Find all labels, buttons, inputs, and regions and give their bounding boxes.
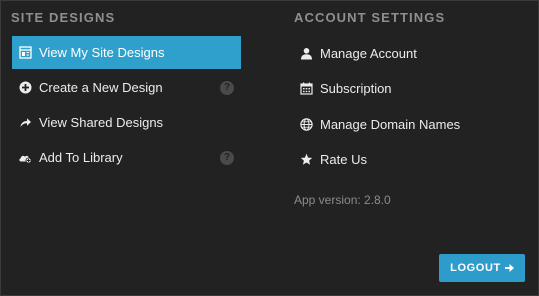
view-my-site-designs-item[interactable]: View My Site Designs: [12, 36, 241, 69]
add-to-library-label: Add To Library: [39, 150, 123, 165]
account-settings-heading: ACCOUNT SETTINGS: [294, 10, 446, 25]
subscription-label: Subscription: [320, 81, 392, 96]
menu-panel: SITE DESIGNS View My Site Designs Create…: [0, 0, 539, 296]
manage-domain-names-label: Manage Domain Names: [320, 117, 461, 132]
manage-domain-names-item[interactable]: Manage Domain Names: [294, 108, 514, 141]
designs-icon: [18, 46, 32, 60]
app-version: App version: 2.8.0: [294, 193, 391, 207]
help-icon[interactable]: ?: [220, 150, 234, 165]
user-icon: [299, 47, 313, 61]
manage-account-label: Manage Account: [320, 46, 417, 61]
cloud-plus-icon: [18, 151, 32, 165]
create-new-design-label: Create a New Design: [39, 80, 163, 95]
manage-account-item[interactable]: Manage Account: [294, 37, 514, 70]
rate-us-item[interactable]: Rate Us: [294, 143, 514, 176]
view-shared-designs-item[interactable]: View Shared Designs: [12, 106, 241, 139]
add-to-library-item[interactable]: Add To Library ?: [12, 141, 241, 174]
create-new-design-item[interactable]: Create a New Design ?: [12, 71, 241, 104]
share-arrow-icon: [18, 116, 32, 130]
subscription-item[interactable]: Subscription: [294, 72, 514, 105]
calendar-icon: [299, 82, 313, 96]
arrow-right-icon: [504, 264, 514, 272]
view-my-site-designs-label: View My Site Designs: [39, 45, 165, 60]
star-icon: [299, 153, 313, 167]
logout-label: LOGOUT: [450, 262, 501, 274]
rate-us-label: Rate Us: [320, 152, 367, 167]
globe-icon: [299, 118, 313, 132]
site-designs-heading: SITE DESIGNS: [11, 10, 116, 25]
help-icon[interactable]: ?: [220, 80, 234, 95]
view-shared-designs-label: View Shared Designs: [39, 115, 164, 130]
logout-button[interactable]: LOGOUT: [439, 254, 525, 282]
plus-circle-icon: [18, 81, 32, 95]
